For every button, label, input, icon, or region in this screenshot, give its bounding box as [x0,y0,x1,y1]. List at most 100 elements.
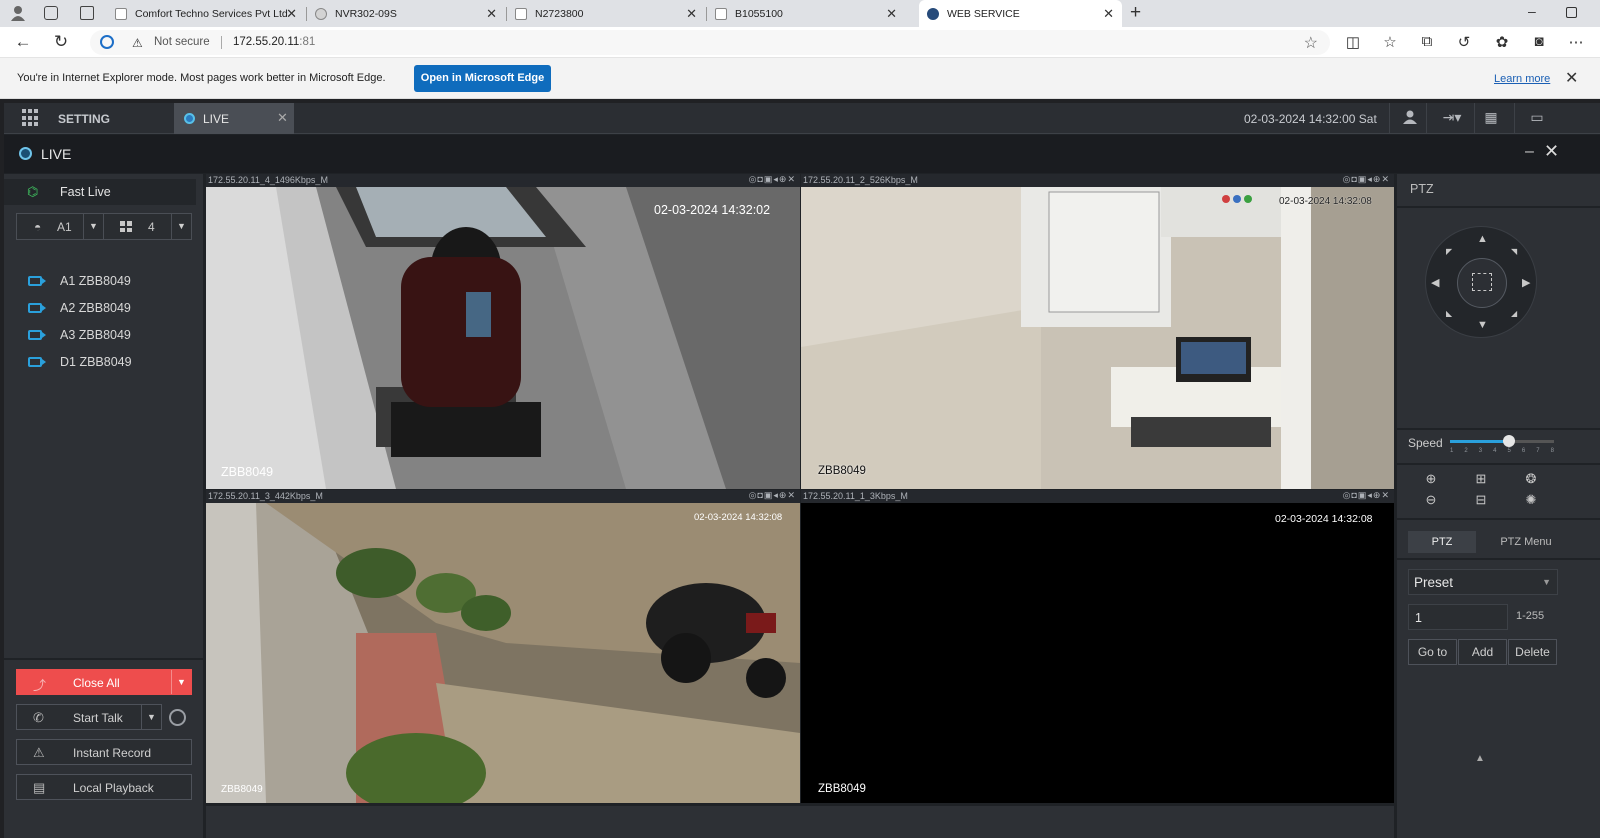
url-bar[interactable]: ⚠ Not secure 172.55.20.11:81 ☆ [90,30,1330,55]
security-status[interactable]: Not secure [154,36,210,48]
ie-mode-icon[interactable] [100,35,114,49]
tab-live[interactable]: LIVE ✕ [174,103,294,134]
preset-number-input[interactable]: 1 [1408,604,1508,630]
back-icon[interactable]: ← [12,31,34,53]
close-panel-icon[interactable]: ✕ [1544,141,1559,162]
video-cell-2[interactable]: 172.55.20.11_2_526Kbps_M ◎◘▣◂⊕✕ 02-03-20… [801,174,1394,489]
zoom-out-icon[interactable]: ⊖ [1421,492,1441,508]
instant-record-button[interactable]: ⚠ Instant Record [16,739,192,765]
video-cell-3[interactable]: 172.55.20.11_3_442Kbps_M ◎◘▣◂⊕✕ 02-03-20… [206,490,800,803]
url-text[interactable]: 172.55.20.11:81 [233,36,315,48]
chevron-down-icon[interactable]: ▼ [141,705,161,729]
cell-toolbar-icons[interactable]: ◎◘▣◂⊕✕ [749,490,796,501]
delete-preset-button[interactable]: Delete [1508,639,1557,665]
vertical-tabs-icon[interactable] [80,6,94,20]
display-icon[interactable]: ▭ [1528,109,1546,127]
cell-toolbar-icons[interactable]: ◎◘▣◂⊕✕ [1343,490,1390,501]
chevron-down-icon[interactable]: ▼ [171,214,191,239]
minimize-panel-icon[interactable]: – [1525,143,1534,161]
stream-select[interactable]: ◓ A1 ▼ [16,213,104,240]
video-cell-1[interactable]: 172.55.20.11_4_1496Kbps_M ◎◘▣◂⊕✕ 02-03-2… [206,174,800,489]
profile-icon[interactable] [11,5,25,21]
open-in-edge-button[interactable]: Open in Microsoft Edge [414,65,551,92]
arrow-right-icon[interactable]: ▶ [1522,276,1530,289]
live-tab-close-icon[interactable]: ✕ [277,110,288,126]
more-menu-icon[interactable]: ⋯ [1567,33,1585,51]
tab-nvr302[interactable]: NVR302-09S ✕ [307,0,505,27]
channel-item[interactable]: A2 ZBB8049 [4,297,196,321]
close-infobar-icon[interactable]: ✕ [1565,68,1578,88]
chevron-down-icon[interactable]: ▼ [83,214,103,239]
iris-open-icon[interactable]: ❂ [1521,471,1541,487]
new-tab-icon[interactable]: + [1130,2,1141,24]
tab-web-service[interactable]: WEB SERVICE ✕ [919,0,1122,27]
collapse-up-icon[interactable]: ▲ [1475,753,1485,764]
reload-icon[interactable]: ↻ [50,31,72,53]
live-tab-label: LIVE [203,112,230,126]
collections-icon[interactable]: ⧉ [1418,33,1436,50]
add-preset-button[interactable]: Add [1458,639,1507,665]
nvr-web-app: SETTING LIVE ✕ 02-03-2024 14:32:00 Sat ⇥… [4,103,1600,838]
browser-essentials-icon[interactable]: ◙ [1530,33,1548,50]
ptz-direction-wheel[interactable]: ▲ ▼ ◀ ▶ ◤ ◥ ◣ ◢ [1425,226,1537,338]
tab-close-icon[interactable]: ✕ [686,6,697,22]
arrow-up-right-icon[interactable]: ◥ [1511,247,1517,256]
tab-comfort-techno[interactable]: Comfort Techno Services Pvt Ltd ✕ [107,0,305,27]
favorites-icon[interactable]: ☆ [1381,33,1399,51]
split-screen-icon[interactable]: ◫ [1344,33,1362,51]
tab-close-icon[interactable]: ✕ [286,6,297,22]
arrow-down-icon[interactable]: ▼ [1477,319,1488,331]
iris-close-icon[interactable]: ✺ [1521,492,1541,508]
divider [1514,103,1515,134]
ptz-divider [1397,206,1600,208]
channel-item[interactable]: D1 ZBB8049 [4,351,196,375]
channel-item[interactable]: A1 ZBB8049 [4,270,196,294]
focus-far-icon[interactable]: ⊟ [1471,492,1491,508]
go-to-preset-button[interactable]: Go to [1408,639,1457,665]
extensions-icon[interactable]: ✿ [1493,33,1511,51]
arrow-left-icon[interactable]: ◀ [1431,276,1439,289]
history-icon[interactable]: ↺ [1455,33,1473,51]
local-playback-label: Local Playback [73,781,154,795]
focus-near-icon[interactable]: ⊞ [1471,471,1491,487]
preset-range-hint: 1-255 [1516,610,1545,622]
tab-ptz-menu[interactable]: PTZ Menu [1486,531,1566,553]
url-host: 172.55.20.11 [233,36,300,48]
talk-volume-icon[interactable] [169,709,186,726]
channel-item[interactable]: A3 ZBB8049 [4,324,196,348]
arrow-up-icon[interactable]: ▲ [1477,233,1488,245]
zoom-in-icon[interactable]: ⊕ [1421,471,1441,487]
user-icon[interactable] [1401,109,1419,127]
fast-live-item[interactable]: ⌬ Fast Live [4,179,196,205]
close-all-button[interactable]: ⤴ Close All ▼ [16,669,192,695]
speed-slider-handle[interactable] [1503,435,1515,447]
logout-icon[interactable]: ⇥▾ [1438,109,1466,127]
arrow-up-left-icon[interactable]: ◤ [1446,247,1452,256]
tab-n2723800[interactable]: N2723800 ✕ [507,0,705,27]
layout-select[interactable]: 4 ▼ [103,213,192,240]
minimize-icon[interactable]: – [1528,3,1536,19]
setting-menu[interactable]: SETTING [58,112,110,126]
start-talk-button[interactable]: ✆ Start Talk ▼ [16,704,162,730]
video-cell-4[interactable]: 172.55.20.11_1_3Kbps_M ◎◘▣◂⊕✕ 02-03-2024… [801,490,1394,803]
arrow-down-left-icon[interactable]: ◣ [1446,309,1452,318]
local-playback-button[interactable]: ▤ Local Playback [16,774,192,800]
tab-close-icon[interactable]: ✕ [1103,6,1114,22]
ptz-center-button[interactable] [1457,258,1507,308]
main-menu-grid-icon[interactable] [22,109,40,127]
cell-toolbar-icons[interactable]: ◎◘▣◂⊕✕ [1343,174,1390,185]
preset-select[interactable]: Preset ▼ [1408,569,1558,595]
chevron-down-icon[interactable]: ▼ [171,670,191,694]
cell-toolbar-icons[interactable]: ◎◘▣◂⊕✕ [749,174,796,185]
tab-close-icon[interactable]: ✕ [486,6,497,22]
learn-more-link[interactable]: Learn more [1494,73,1550,85]
restore-icon[interactable] [1566,7,1577,18]
favorite-star-icon[interactable]: ☆ [1304,33,1318,53]
qr-code-icon[interactable]: ▦ [1482,109,1500,127]
arrow-down-right-icon[interactable]: ◢ [1511,309,1517,318]
tab-ptz[interactable]: PTZ [1408,531,1476,553]
speed-slider[interactable] [1450,435,1554,447]
tab-b1055100[interactable]: B1055100 ✕ [707,0,905,27]
tab-close-icon[interactable]: ✕ [886,6,897,22]
collections-icon[interactable] [44,6,58,20]
